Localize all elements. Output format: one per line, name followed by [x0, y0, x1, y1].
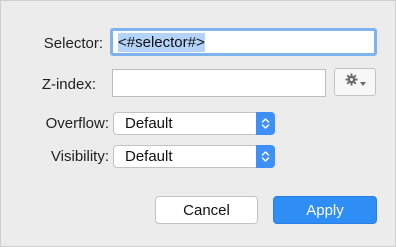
chevron-down-icon [359, 73, 366, 91]
up-down-chevron-icon [256, 112, 275, 135]
visibility-select[interactable]: Default [113, 145, 275, 168]
overflow-selected-value: Default [125, 115, 173, 132]
gear-icon [344, 73, 358, 91]
overflow-label: Overflow: [45, 115, 109, 132]
gear-menu-button[interactable] [334, 68, 376, 96]
selector-label: Selector: [43, 35, 103, 52]
visibility-label: Visibility: [50, 148, 109, 165]
z-index-label: Z-index: [41, 76, 96, 93]
up-down-chevron-icon [256, 145, 275, 168]
z-index-field[interactable] [112, 69, 326, 97]
cancel-button[interactable]: Cancel [155, 196, 258, 224]
visibility-selected-value: Default [125, 148, 173, 165]
apply-button[interactable]: Apply [273, 196, 377, 224]
css-style-dialog: Selector: <#selector#> Z-index: Overflow… [0, 0, 396, 247]
overflow-select[interactable]: Default [113, 112, 275, 135]
selector-field[interactable]: <#selector#> [110, 28, 377, 56]
selector-value: <#selector#> [118, 32, 205, 52]
